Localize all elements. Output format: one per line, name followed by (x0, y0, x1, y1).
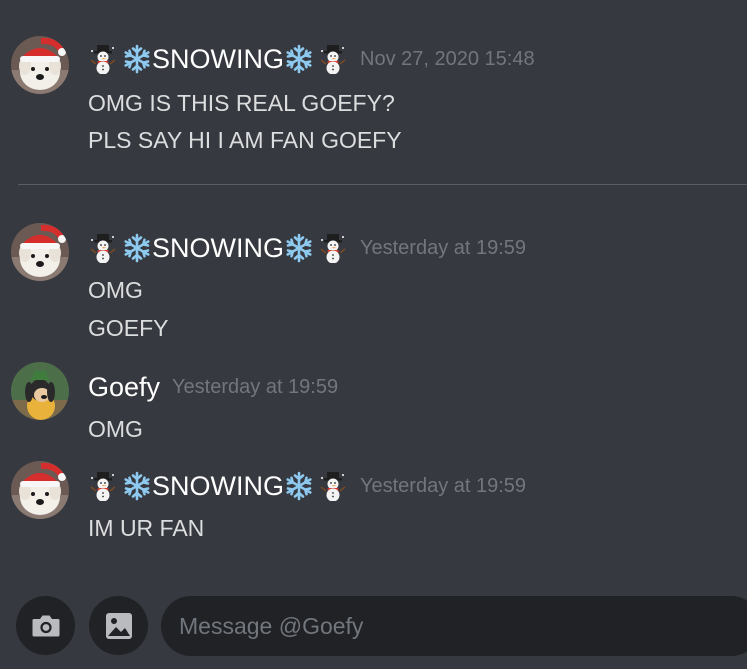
camera-button[interactable] (16, 596, 75, 655)
snowman-emoji (88, 471, 118, 501)
camera-icon (32, 615, 59, 636)
new-messages-divider (18, 184, 747, 185)
snowman-emoji (318, 44, 348, 74)
snowflake-emoji (284, 44, 314, 74)
username-text: SNOWING (152, 232, 284, 263)
timestamp: Yesterday at 19:59 (172, 375, 339, 398)
snowman-emoji (318, 471, 348, 501)
snowflake-emoji (284, 471, 314, 501)
timestamp: Yesterday at 19:59 (360, 236, 527, 259)
message-header: Goefy Yesterday at 19:59 (88, 370, 338, 404)
message-text: OMG IS THIS REAL GOEFY? (88, 90, 395, 116)
message-header: SNOWING Yesterday at 19:59 (88, 231, 526, 265)
message-composer: Message @Goefy (0, 594, 747, 664)
username[interactable]: Goefy (88, 372, 160, 403)
image-icon (105, 612, 132, 639)
message-header: SNOWING Nov 27, 2020 15:48 (88, 42, 535, 76)
message-text: IM UR FAN (88, 515, 205, 541)
message-header: SNOWING Yesterday at 19:59 (88, 469, 526, 503)
snowman-emoji (88, 44, 118, 74)
dog-santa-hat-avatar[interactable] (11, 36, 69, 94)
username[interactable]: SNOWING (88, 233, 348, 264)
message-text: GOEFY (88, 315, 169, 341)
username[interactable]: SNOWING (88, 44, 348, 75)
snowman-emoji (318, 233, 348, 263)
timestamp: Yesterday at 19:59 (360, 474, 527, 497)
timestamp: Nov 27, 2020 15:48 (360, 47, 535, 70)
dog-santa-hat-avatar[interactable] (11, 461, 69, 519)
message-list: SNOWING Nov 27, 2020 15:48 OMG IS THIS R… (0, 0, 747, 590)
dog-santa-hat-avatar[interactable] (11, 223, 69, 281)
snowman-emoji (88, 233, 118, 263)
message-text: OMG (88, 277, 143, 303)
username[interactable]: SNOWING (88, 471, 348, 502)
message-text: PLS SAY HI I AM FAN GOEFY (88, 127, 402, 153)
message-input[interactable]: Message @Goefy (161, 596, 747, 656)
goofy-avatar[interactable] (11, 362, 69, 420)
username-text: SNOWING (152, 43, 284, 74)
message-input-placeholder: Message @Goefy (179, 612, 364, 639)
gallery-button[interactable] (89, 596, 148, 655)
message-text: OMG (88, 416, 143, 442)
snowflake-emoji (122, 44, 152, 74)
username-text: SNOWING (152, 470, 284, 501)
snowflake-emoji (122, 471, 152, 501)
snowflake-emoji (122, 233, 152, 263)
snowflake-emoji (284, 233, 314, 263)
